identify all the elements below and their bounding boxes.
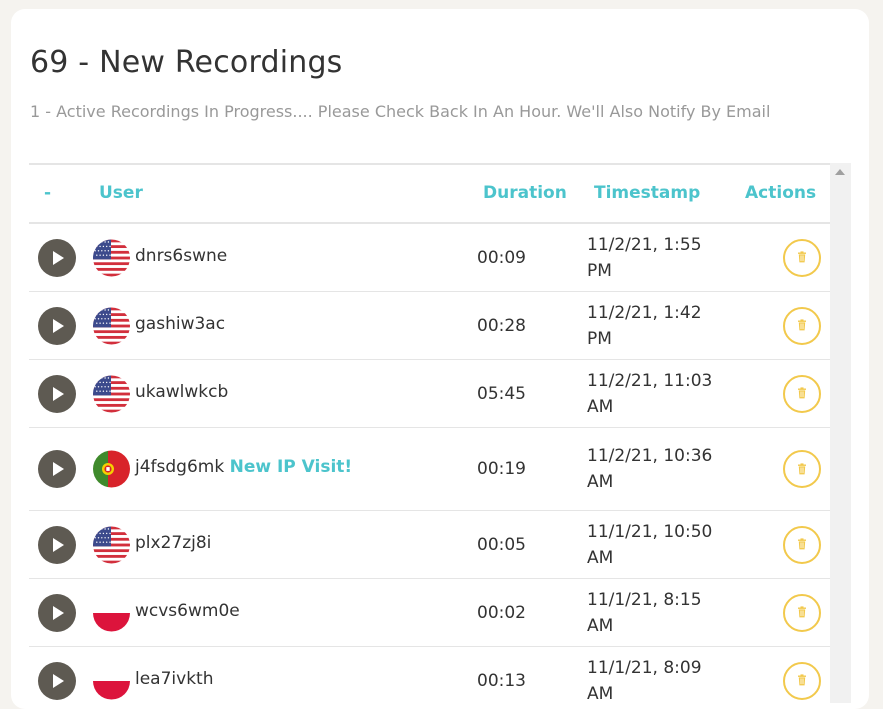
timestamp-cell: 11/2/21, 1:55 PM [587,234,702,281]
delete-button[interactable] [783,238,821,277]
username: lea7ivkth [135,668,214,689]
scroll-up-arrow-icon[interactable] [835,169,845,175]
username: dnrs6swne [135,245,228,266]
column-header-select[interactable]: - [44,183,51,203]
duration-cell: 00:28 [477,315,526,336]
timestamp-cell: 11/1/21, 10:50 AM [587,521,713,568]
recordings-card: 69 - New Recordings 1 - Active Recording… [11,9,869,709]
trash-icon [796,671,808,690]
column-header-duration[interactable]: Duration [483,183,567,203]
timestamp-cell: 11/2/21, 1:42 PM [587,302,702,349]
duration-cell: 00:19 [477,459,526,479]
delete-button[interactable] [783,306,821,345]
table-row: wcvs6wm0e 00:02 11/1/21, 8:15 AM [29,579,830,647]
recordings-table: - User Duration Timestamp Actions dnrs6s… [29,163,830,705]
play-icon[interactable] [38,306,76,345]
portugal-flag-icon [93,450,130,488]
trash-icon [796,316,808,335]
trash-icon [796,460,808,479]
username-cell: plx27zj8i [135,533,211,553]
username: plx27zj8i [135,532,212,553]
duration-cell: 00:09 [477,247,526,268]
play-icon[interactable] [38,450,76,488]
poland-flag-icon [93,594,130,631]
delete-button[interactable] [783,593,821,632]
us-flag-icon [93,239,130,276]
table-row: plx27zj8i 00:05 11/1/21, 10:50 AM [29,511,830,579]
trash-icon [796,603,808,622]
table-row: dnrs6swne 00:09 11/2/21, 1:55 PM [29,224,830,292]
username-cell: ukawlwkcb [135,382,228,402]
username-cell: lea7ivkth [135,669,213,689]
timestamp-cell: 11/2/21, 10:36 AM [587,446,713,492]
username-cell: dnrs6swne [135,246,227,266]
table-row: lea7ivkth 00:13 11/1/21, 8:09 AM [29,647,830,705]
timestamp-cell: 11/1/21, 8:15 AM [587,589,702,636]
column-header-timestamp[interactable]: Timestamp [594,183,700,203]
username: gashiw3ac [135,313,226,334]
timestamp-cell: 11/2/21, 11:03 AM [587,370,713,417]
us-flag-icon [93,307,130,344]
table-row: j4fsdg6mk New IP Visit! 00:19 11/2/21, 10:… [29,428,830,511]
username-cell: wcvs6wm0e [135,601,240,621]
trash-icon [796,535,808,554]
duration-cell: 00:05 [477,534,526,555]
new-ip-badge: New IP Visit! [229,457,353,477]
poland-flag-icon [93,662,130,699]
column-header-user[interactable]: User [99,183,143,203]
page-subtitle: 1 - Active Recordings In Progress.... Pl… [30,102,771,121]
us-flag-icon [93,526,130,563]
duration-cell: 05:45 [477,383,526,404]
play-icon[interactable] [38,525,76,564]
us-flag-icon [93,375,130,412]
table-body: dnrs6swne 00:09 11/2/21, 1:55 PM gashiw3ac 0… [29,224,830,705]
username: ukawlwkcb [135,381,229,402]
delete-button[interactable] [783,374,821,413]
delete-button[interactable] [783,450,821,488]
play-icon[interactable] [38,593,76,632]
trash-icon [796,384,808,403]
username-cell: gashiw3ac [135,314,225,334]
table-scrollbar[interactable] [830,163,851,703]
timestamp-cell: 11/1/21, 8:09 AM [587,657,702,704]
play-icon[interactable] [38,374,76,413]
username: wcvs6wm0e [135,600,240,621]
page-title: 69 - New Recordings [30,45,343,80]
play-icon[interactable] [38,238,76,277]
username: j4fsdg6mk [135,457,225,477]
table-row: gashiw3ac 00:28 11/2/21, 1:42 PM [29,292,830,360]
table-row: ukawlwkcb 05:45 11/2/21, 11:03 AM [29,360,830,428]
delete-button[interactable] [783,525,821,564]
username-cell: j4fsdg6mk New IP Visit! [135,457,352,477]
duration-cell: 00:02 [477,602,526,623]
delete-button[interactable] [783,661,821,700]
play-icon[interactable] [38,661,76,700]
trash-icon [796,248,808,267]
column-header-actions: Actions [745,183,817,203]
table-header: - User Duration Timestamp Actions [29,165,830,224]
duration-cell: 00:13 [477,670,526,691]
